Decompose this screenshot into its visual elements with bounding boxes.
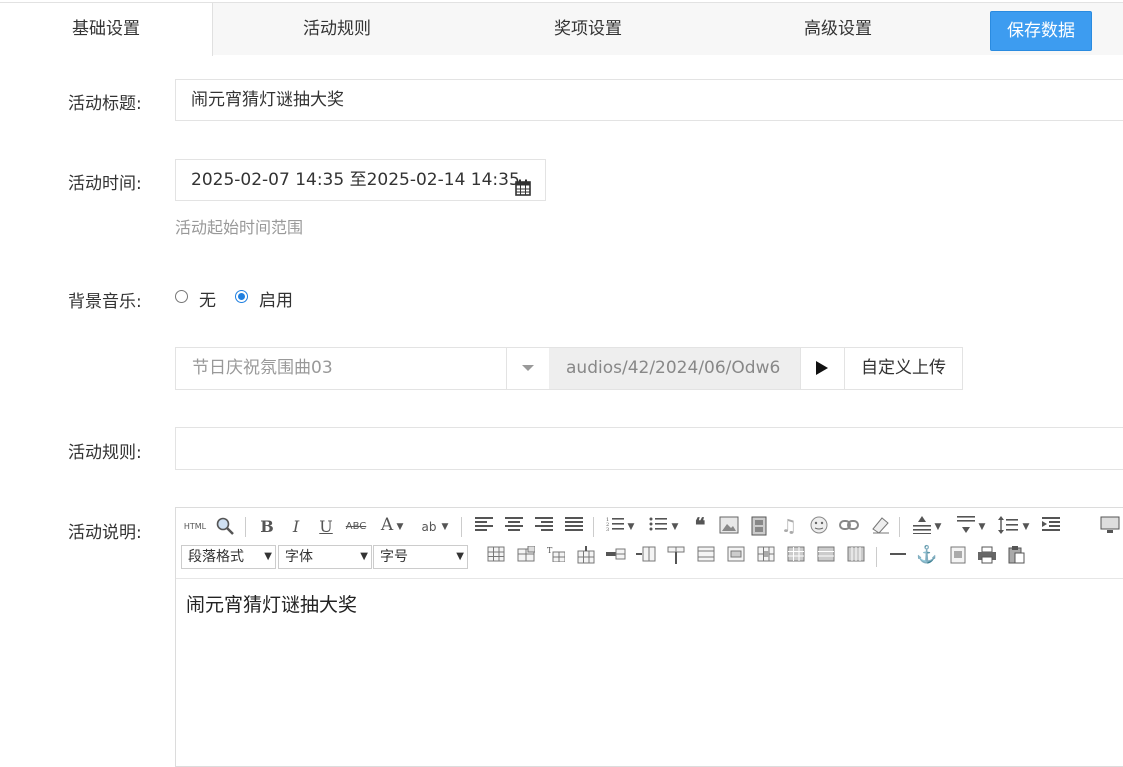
title-input[interactable]: 闹元宵猜灯谜抽大奖 (175, 79, 1123, 121)
emoji-icon[interactable] (808, 516, 830, 538)
toolbar-separator (593, 517, 594, 537)
rules-label: 活动规则: (68, 443, 142, 463)
print-icon[interactable] (976, 546, 998, 568)
chevron-down-icon: ▼ (456, 551, 464, 562)
align-center-icon[interactable] (503, 516, 525, 538)
tab-advanced-settings[interactable]: 高级设置 (733, 3, 943, 55)
chevron-down-icon[interactable]: ▼ (976, 516, 988, 538)
delete-column-icon[interactable] (665, 546, 687, 568)
indent-icon[interactable] (1040, 516, 1062, 538)
editor-toolbar: HTML B I U ABC A ▼ ab ▼ 123 ▼ ▼ ❝ ♫ ▼ ▼ … (176, 508, 1123, 579)
calendar-icon[interactable] (515, 171, 531, 196)
image-icon[interactable] (718, 516, 740, 538)
line-height-icon[interactable] (997, 516, 1019, 538)
toolbar-separator (245, 517, 246, 537)
link-icon[interactable] (838, 516, 860, 538)
strikethrough-icon[interactable]: ABC (345, 516, 367, 538)
music-path-field: audios/42/2024/06/Odw6 (549, 347, 801, 390)
split-columns-icon[interactable] (845, 546, 867, 568)
time-help-text: 活动起始时间范围 (175, 218, 304, 237)
merge-right-icon[interactable] (725, 546, 747, 568)
chevron-down-icon[interactable]: ▼ (625, 516, 637, 538)
music-enable-label[interactable]: 启用 (259, 286, 293, 311)
toolbar-separator (876, 547, 877, 567)
svg-text:T: T (547, 546, 553, 555)
tab-basic-settings[interactable]: 基础设置 (0, 3, 213, 56)
music-select[interactable]: 节日庆祝氛围曲03 (175, 347, 507, 390)
horizontal-rule-icon[interactable] (887, 546, 909, 568)
time-range-value: 2025-02-07 14:35 至2025-02-14 14:35 (191, 170, 520, 190)
save-data-button[interactable]: 保存数据 (990, 11, 1092, 51)
paste-icon[interactable] (1005, 546, 1027, 568)
delete-table-icon[interactable] (515, 545, 537, 568)
svg-text:3: 3 (606, 527, 609, 532)
merge-down-icon[interactable] (755, 546, 777, 568)
font-family-value: 字体 (285, 549, 313, 565)
align-justify-icon[interactable] (563, 516, 585, 538)
tab-bar: 基础设置 活动规则 奖项设置 高级设置 保存数据 (0, 2, 1123, 56)
radio-music-enable[interactable] (235, 290, 248, 303)
bold-icon[interactable]: B (256, 516, 278, 538)
paragraph-format-value: 段落格式 (188, 549, 244, 565)
toolbar-separator (461, 517, 462, 537)
tab-prize-settings[interactable]: 奖项设置 (483, 3, 693, 55)
split-rows-icon[interactable] (815, 546, 837, 568)
insert-row-icon[interactable] (575, 546, 597, 568)
ordered-list-icon[interactable]: 123 (604, 516, 626, 538)
music-icon[interactable]: ♫ (778, 516, 800, 538)
paragraph-spacing-icon[interactable] (911, 516, 933, 538)
time-range-input[interactable]: 2025-02-07 14:35 至2025-02-14 14:35 (175, 159, 546, 201)
toolbar-separator (899, 517, 900, 537)
delete-row-icon[interactable] (605, 546, 627, 568)
radio-music-none[interactable] (175, 290, 188, 303)
blockquote-icon[interactable]: ❝ (689, 514, 711, 536)
font-family-select[interactable]: 字体 ▼ (278, 545, 372, 569)
insert-column-icon[interactable] (635, 546, 657, 568)
rich-text-editor: HTML B I U ABC A ▼ ab ▼ 123 ▼ ▼ ❝ ♫ ▼ ▼ … (175, 507, 1123, 767)
chevron-down-icon: ▼ (360, 551, 368, 562)
highlight-icon[interactable]: ab (418, 516, 440, 538)
align-left-icon[interactable] (473, 516, 495, 538)
time-label: 活动时间: (68, 174, 142, 194)
chevron-down-icon: ▼ (264, 551, 272, 562)
custom-upload-button[interactable]: 自定义上传 (844, 347, 963, 390)
anchor-icon[interactable]: ⚓ (916, 544, 938, 566)
tab-activity-rules[interactable]: 活动规则 (232, 3, 442, 55)
description-label: 活动说明: (68, 523, 142, 543)
preview-icon[interactable] (214, 516, 236, 538)
rules-input[interactable] (175, 427, 1123, 470)
music-none-label[interactable]: 无 (199, 286, 216, 311)
italic-icon[interactable]: I (285, 516, 307, 538)
paragraph-format-select[interactable]: 段落格式 ▼ (181, 545, 276, 569)
chevron-down-icon[interactable]: ▼ (1020, 516, 1032, 538)
insert-date-icon[interactable] (947, 546, 969, 568)
paragraph-spacing-after-icon[interactable] (955, 516, 977, 538)
merge-cells-icon[interactable] (695, 546, 717, 568)
chevron-down-icon[interactable]: ▼ (669, 516, 681, 538)
eraser-icon[interactable] (869, 516, 891, 538)
fullscreen-icon[interactable] (1099, 516, 1121, 538)
insert-paragraph-before-table-icon[interactable]: T (545, 546, 567, 568)
play-icon[interactable] (800, 347, 845, 390)
video-icon[interactable] (748, 516, 770, 538)
font-size-value: 字号 (380, 549, 408, 565)
insert-table-icon[interactable] (485, 546, 507, 568)
font-size-select[interactable]: 字号 ▼ (373, 545, 468, 569)
chevron-down-icon[interactable]: ▼ (439, 516, 451, 538)
align-right-icon[interactable] (533, 516, 555, 538)
music-label: 背景音乐: (68, 292, 142, 312)
chevron-down-icon[interactable]: ▼ (394, 516, 406, 538)
chevron-down-icon[interactable]: ▼ (932, 516, 944, 538)
title-label: 活动标题: (68, 94, 142, 114)
underline-icon[interactable]: U (315, 516, 337, 538)
editor-content[interactable]: 闹元宵猜灯谜抽大奖 (186, 590, 357, 617)
html-source-icon[interactable]: HTML (182, 516, 208, 538)
split-cells-icon[interactable] (785, 546, 807, 568)
unordered-list-icon[interactable] (647, 516, 669, 538)
dropdown-caret-icon[interactable] (506, 347, 550, 390)
